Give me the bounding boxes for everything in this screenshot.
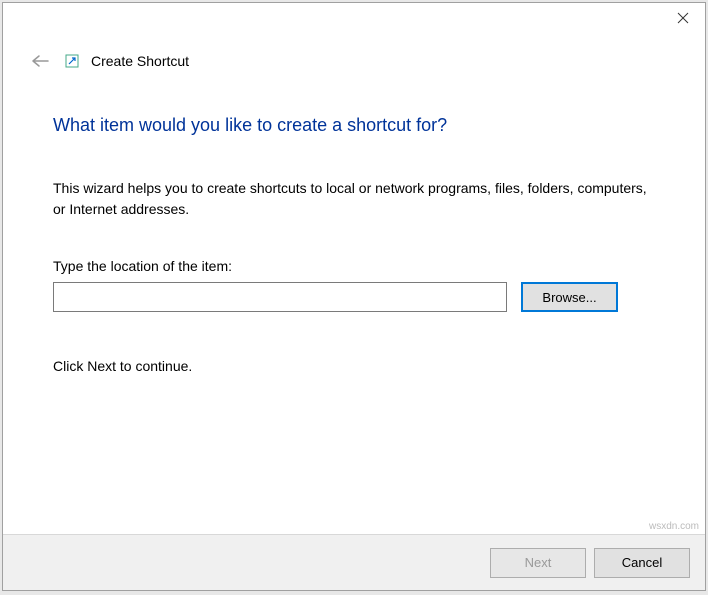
cancel-button[interactable]: Cancel — [594, 548, 690, 578]
location-label: Type the location of the item: — [53, 258, 655, 274]
titlebar — [3, 3, 705, 39]
wizard-description: This wizard helps you to create shortcut… — [53, 178, 655, 220]
shortcut-icon — [65, 54, 79, 68]
header: Create Shortcut — [3, 53, 705, 81]
continue-instruction: Click Next to continue. — [53, 358, 655, 374]
close-icon — [677, 12, 689, 24]
dialog-title: Create Shortcut — [91, 53, 189, 69]
close-button[interactable] — [660, 3, 705, 33]
dialog-footer: Next Cancel — [3, 534, 705, 590]
dialog-window: Create Shortcut What item would you like… — [2, 2, 706, 591]
location-row: Browse... — [53, 282, 655, 312]
back-arrow-icon[interactable] — [31, 54, 49, 68]
location-input[interactable] — [53, 282, 507, 312]
browse-button[interactable]: Browse... — [521, 282, 618, 312]
wizard-heading: What item would you like to create a sho… — [53, 115, 655, 136]
content-area: What item would you like to create a sho… — [3, 81, 705, 534]
next-button: Next — [490, 548, 586, 578]
watermark: wsxdn.com — [649, 521, 699, 532]
